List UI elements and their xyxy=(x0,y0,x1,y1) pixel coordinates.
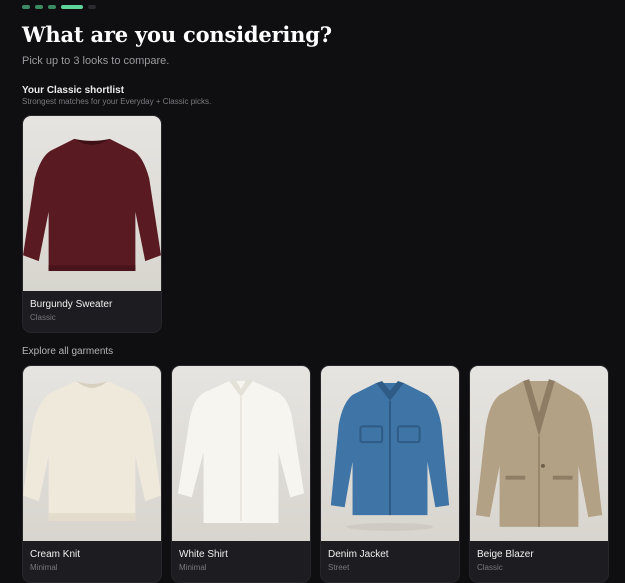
garment-card-cream-knit[interactable]: Cream Knit Minimal xyxy=(22,365,162,583)
garment-name: Beige Blazer xyxy=(477,549,534,560)
explore-section-title: Explore all garments xyxy=(22,346,114,357)
garment-style-tag: Classic xyxy=(30,313,56,322)
garment-style-tag: Classic xyxy=(477,563,503,572)
garment-style-tag: Minimal xyxy=(30,563,58,572)
garment-style-tag: Street xyxy=(328,563,350,572)
progress-step-5 xyxy=(88,5,96,9)
cream-knit-image xyxy=(23,366,161,541)
garment-style-tag: Minimal xyxy=(179,563,207,572)
beige-blazer-image xyxy=(470,366,608,541)
shortlist-section-subtitle: Strongest matches for your Everyday + Cl… xyxy=(22,97,212,106)
progress-indicator xyxy=(22,5,96,9)
page-title: What are you considering? xyxy=(22,22,332,47)
page-subtitle: Pick up to 3 looks to compare. xyxy=(22,55,170,67)
garment-name: Burgundy Sweater xyxy=(30,299,113,310)
shortlist-section-title: Your Classic shortlist xyxy=(22,85,125,96)
garment-name: Cream Knit xyxy=(30,549,81,560)
garment-card-burgundy-sweater[interactable]: Burgundy Sweater Classic xyxy=(22,115,162,333)
garment-card-white-shirt[interactable]: White Shirt Minimal xyxy=(171,365,311,583)
garment-name: Denim Jacket xyxy=(328,549,389,560)
progress-step-4-current xyxy=(61,5,83,9)
progress-step-2 xyxy=(35,5,43,9)
denim-jacket-image xyxy=(321,366,459,541)
burgundy-sweater-image xyxy=(23,116,161,291)
progress-step-3 xyxy=(48,5,56,9)
garment-card-beige-blazer[interactable]: Beige Blazer Classic xyxy=(469,365,609,583)
white-shirt-image xyxy=(172,366,310,541)
progress-step-1 xyxy=(22,5,30,9)
garment-name: White Shirt xyxy=(179,549,228,560)
garment-card-denim-jacket[interactable]: Denim Jacket Street xyxy=(320,365,460,583)
